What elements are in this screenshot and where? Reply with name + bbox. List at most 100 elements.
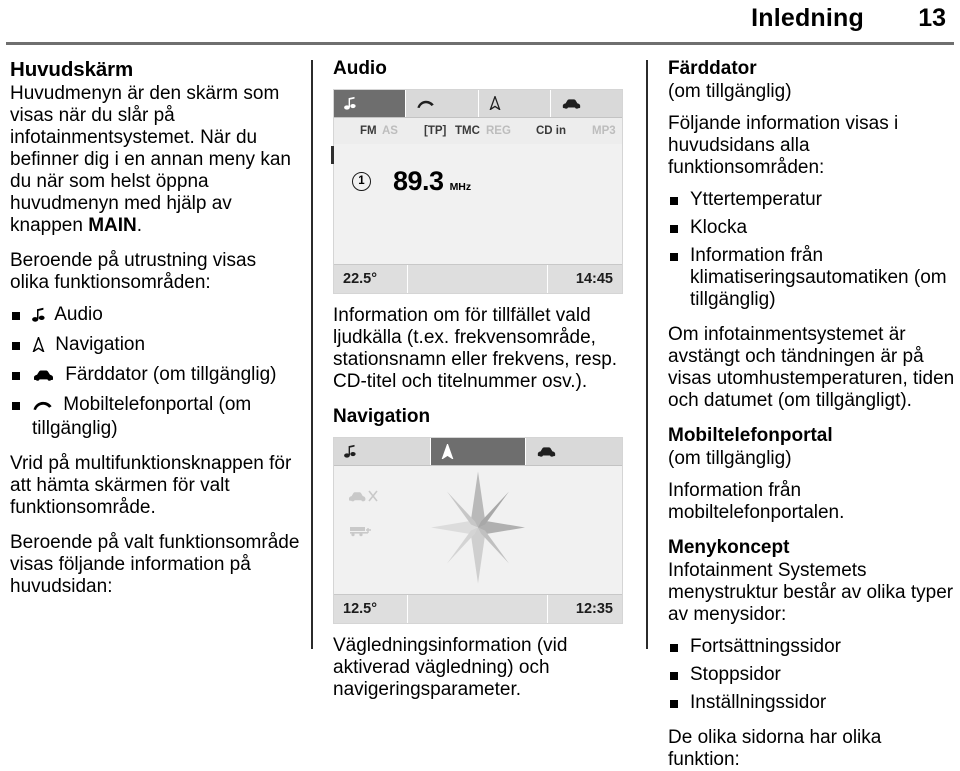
screen-tab-trip-computer[interactable] xyxy=(526,438,622,465)
paragraph-main-page-info: Beroende på valt funktionsområde visas f… xyxy=(10,532,300,598)
caption-audio: Information om för tillfället vald ljudk… xyxy=(333,304,618,392)
bullet-square-icon xyxy=(12,311,20,320)
audio-status-row: FM AS [TP] TMC REG CD in MP3 xyxy=(334,117,622,144)
bullet-square-icon xyxy=(12,371,20,380)
farddator-info-list: Yttertemperatur Klocka Information från … xyxy=(668,189,956,311)
bullet-square-icon xyxy=(670,253,678,262)
section-heading-huvudskarm: Huvudskärm xyxy=(10,58,134,81)
list-item: Navigation xyxy=(10,334,300,358)
function-area-label: Mobiltelefonportal (om tillgänglig) xyxy=(32,393,252,439)
paragraph-function-areas-intro: Beroende på utrustning visas olika funkt… xyxy=(10,249,257,293)
list-item-label: Stoppsidor xyxy=(690,664,781,686)
clock: 14:45 xyxy=(575,270,613,287)
list-item: Klocka xyxy=(668,217,956,239)
list-item-label: Klocka xyxy=(690,217,748,238)
page-number: 13 xyxy=(918,4,946,32)
function-area-label: Färddator (om tillgänglig) xyxy=(65,363,277,385)
right-column: Färddator (om tillgänglig) Följande info… xyxy=(668,58,956,770)
list-item-label: Yttertemperatur xyxy=(690,188,822,210)
audio-screen-illustration: FM AS [TP] TMC REG CD in MP3 1 89.3 MHz … xyxy=(331,88,623,294)
function-area-label: Navigation xyxy=(55,333,146,355)
function-area-label: Audio xyxy=(54,303,103,325)
statusbar-middle-cell xyxy=(408,594,548,623)
navigation-screen-body xyxy=(334,465,622,594)
list-item: Yttertemperatur xyxy=(668,189,956,211)
car-icon xyxy=(562,99,580,109)
frequency-unit: MHz xyxy=(449,180,472,193)
left-column: Huvudskärm Huvudmenyn är den skärm som v… xyxy=(10,58,300,653)
subsection-heading-menykoncept: Menykoncept xyxy=(668,537,790,559)
paragraph-multifunction-knob: Vrid på multifunktionsknappen för att hä… xyxy=(10,453,292,519)
main-button-label: MAIN xyxy=(88,214,137,236)
page-header: Inledning 13 xyxy=(0,0,960,46)
screen-tab-navigation[interactable] xyxy=(431,437,526,465)
status-mp3: MP3 xyxy=(592,124,616,137)
status-tmc: TMC xyxy=(455,124,480,137)
paragraph-menykoncept-closing: De olika sidorna har olika funktion: xyxy=(668,727,882,771)
subsection-heading-mobiltelefonportal: Mobiltelefonportal xyxy=(668,425,833,447)
screen-tab-audio[interactable] xyxy=(334,89,407,117)
column-divider-right xyxy=(646,60,648,649)
bullet-square-icon xyxy=(670,700,678,709)
screen-tab-phone[interactable] xyxy=(406,89,479,117)
bullet-square-icon xyxy=(670,672,678,681)
subsection-heading-navigation: Navigation xyxy=(333,405,431,427)
status-reg: REG xyxy=(486,124,511,137)
statusbar-middle-cell xyxy=(408,264,548,293)
car-icon xyxy=(32,366,55,388)
navigation-arrow-icon xyxy=(32,335,45,358)
bullet-square-icon xyxy=(12,401,20,410)
navigation-screen-illustration: 12.5° 12:35 xyxy=(333,436,623,624)
mobiltelefonportal-availability-note: (om tillgänglig) xyxy=(668,448,792,470)
list-item: Information från klimatiseringsautomatik… xyxy=(668,245,956,311)
phone-handset-icon xyxy=(32,396,53,418)
screen-tab-trip-computer[interactable] xyxy=(551,90,622,117)
navigation-screen-statusbar: 12.5° 12:35 xyxy=(334,593,622,623)
column-divider-left xyxy=(311,60,313,649)
bullet-square-icon xyxy=(670,196,678,205)
music-note-icon xyxy=(32,306,45,328)
list-item-label: Fortsättningssidor xyxy=(690,636,842,658)
paragraph-text-part1: Huvudmenyn är den skärm som visas när du… xyxy=(10,82,291,236)
content-columns: Huvudskärm Huvudmenyn är den skärm som v… xyxy=(0,58,960,770)
paragraph-mobiltelefonportal: Information från mobiltelefonportalen. xyxy=(668,480,845,524)
frequency-display: 1 89.3 MHz xyxy=(352,166,471,197)
navigation-side-icons xyxy=(348,488,378,556)
navigation-screen-tabbar xyxy=(334,437,622,466)
clock: 12:35 xyxy=(575,600,613,617)
music-note-icon xyxy=(344,97,356,110)
list-item: Inställningssidor xyxy=(668,692,956,714)
list-item-label: Inställningssidor xyxy=(690,692,827,714)
middle-column: Audio FM AS [TP] TMC REG CD in MP3 1 89.… xyxy=(331,58,633,700)
no-car-route-icon xyxy=(348,488,378,509)
paragraph-farddator-intro: Följande information visas i huvudsidans… xyxy=(668,112,899,178)
status-as: AS xyxy=(382,124,398,137)
paragraph-text-part2: . xyxy=(136,214,143,236)
navigation-arrow-icon xyxy=(489,96,500,111)
compass-rose-icon xyxy=(429,469,527,590)
status-cdin: CD in xyxy=(536,124,567,137)
paragraph-main-screen-intro: Huvudmenyn är den skärm som visas när du… xyxy=(10,83,300,237)
caption-navigation: Vägledningsinformation (vid aktiverad vä… xyxy=(333,634,568,700)
bullet-square-icon xyxy=(670,644,678,653)
phone-handset-icon xyxy=(417,100,434,108)
list-item: Stoppsidor xyxy=(668,664,956,686)
outside-temperature: 12.5° xyxy=(334,594,408,623)
audio-screen-body: 1 89.3 MHz xyxy=(334,143,622,264)
car-transport-icon xyxy=(348,523,378,542)
list-item: Mobiltelefonportal (om tillgänglig) xyxy=(10,394,300,440)
screen-tab-navigation[interactable] xyxy=(479,89,551,117)
subsection-heading-farddator: Färddator xyxy=(668,58,757,79)
farddator-availability-note: (om tillgänglig) xyxy=(668,80,792,102)
paragraph-menykoncept-intro: Infotainment Systemets menystruktur best… xyxy=(668,560,954,626)
screen-tab-audio[interactable] xyxy=(334,437,431,465)
list-item: Audio xyxy=(10,304,300,328)
list-item: Färddator (om tillgänglig) xyxy=(10,364,300,388)
outside-temperature: 22.5° xyxy=(334,264,408,293)
list-item: Fortsättningssidor xyxy=(668,636,956,658)
car-icon xyxy=(537,447,556,457)
navigation-arrow-icon xyxy=(441,443,454,459)
function-areas-list: Audio Navigation Färddator (om tillgängl… xyxy=(10,304,300,440)
status-fm: FM xyxy=(360,124,377,137)
bullet-square-icon xyxy=(12,341,20,350)
